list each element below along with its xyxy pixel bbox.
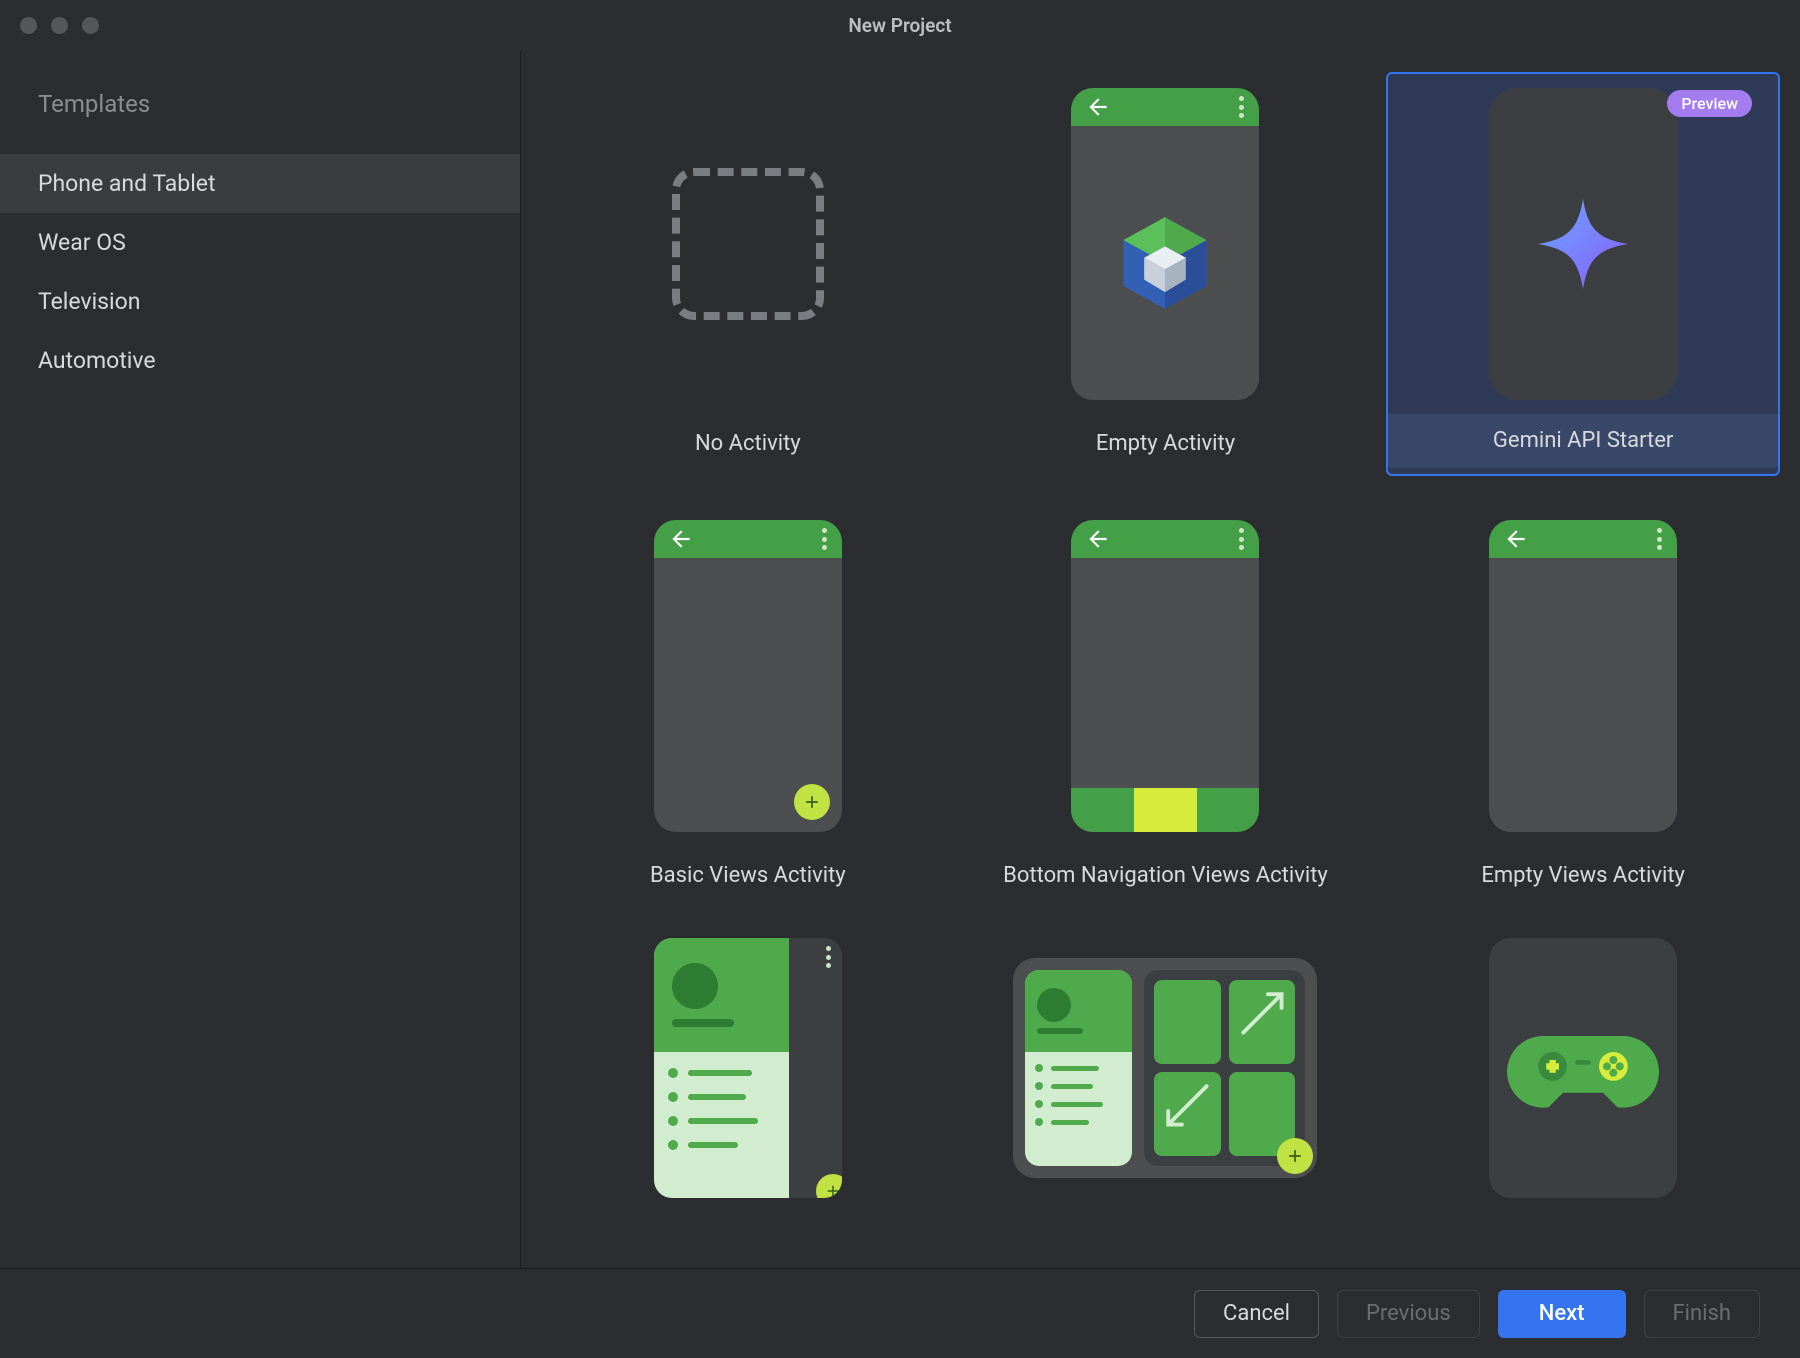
template-label: Gemini API Starter [1388, 414, 1778, 468]
sidebar-item-phone-and-tablet[interactable]: Phone and Tablet [0, 154, 520, 213]
template-basic-views-activity[interactable]: Basic Views Activity [551, 504, 945, 908]
fab-add-icon [1277, 1138, 1313, 1174]
footer: Cancel Previous Next Finish [0, 1268, 1800, 1358]
template-empty-views-activity[interactable]: Empty Views Activity [1386, 504, 1780, 908]
game-controller-icon [1503, 1018, 1663, 1118]
zoom-window-button[interactable] [82, 17, 99, 34]
gemini-spark-icon [1533, 194, 1633, 294]
window-title: New Project [848, 14, 951, 37]
primary-detail-mock-icon [1013, 958, 1317, 1178]
phone-mock-icon [654, 520, 842, 832]
template-label: Basic Views Activity [553, 846, 943, 906]
sidebar-item-automotive[interactable]: Automotive [0, 331, 520, 390]
template-label: Bottom Navigation Views Activity [971, 846, 1361, 906]
previous-button: Previous [1337, 1290, 1480, 1338]
window-controls [20, 17, 99, 34]
compose-cube-icon [1113, 211, 1217, 315]
phone-mock-icon [1489, 520, 1677, 832]
back-arrow-icon [1085, 94, 1111, 120]
next-button[interactable]: Next [1498, 1290, 1626, 1338]
sidebar-item-wear-os[interactable]: Wear OS [0, 213, 520, 272]
empty-placeholder-icon [672, 168, 824, 320]
expand-arrow-icon [1235, 986, 1290, 1041]
fab-add-icon [794, 784, 830, 820]
close-window-button[interactable] [20, 17, 37, 34]
back-arrow-icon [1503, 526, 1529, 552]
phone-mock-icon [1071, 88, 1259, 400]
back-arrow-icon [1085, 526, 1111, 552]
template-navigation-drawer-views-activity[interactable] [551, 936, 945, 1200]
more-icon [1239, 96, 1245, 118]
phone-mock-drawer-icon [654, 938, 842, 1198]
back-arrow-icon [668, 526, 694, 552]
sidebar-item-television[interactable]: Television [0, 272, 520, 331]
template-bottom-navigation-views-activity[interactable]: Bottom Navigation Views Activity [969, 504, 1363, 908]
phone-mock-icon [1489, 938, 1677, 1198]
cancel-button[interactable]: Cancel [1194, 1290, 1319, 1338]
more-icon [822, 528, 828, 550]
titlebar: New Project [0, 0, 1800, 50]
more-icon [1239, 528, 1245, 550]
template-label: Empty Activity [971, 414, 1361, 474]
fab-add-icon [816, 1174, 842, 1198]
phone-mock-icon [1489, 88, 1677, 400]
preview-badge: Preview [1667, 90, 1752, 117]
template-primary-detail-views-flow[interactable] [969, 936, 1363, 1200]
finish-button: Finish [1644, 1290, 1760, 1338]
more-icon [826, 946, 832, 968]
template-no-activity[interactable]: No Activity [551, 72, 945, 476]
successive-icon [1657, 528, 1663, 550]
phone-mock-icon [1071, 520, 1259, 832]
bottom-nav-icon [1071, 788, 1259, 832]
template-game-activity[interactable] [1386, 936, 1780, 1200]
minimize-window-button[interactable] [51, 17, 68, 34]
template-gemini-api-starter[interactable]: Preview [1386, 72, 1780, 476]
sidebar-heading: Templates [0, 90, 520, 154]
template-gallery: No Activity [520, 50, 1800, 1268]
template-label: No Activity [553, 414, 943, 474]
template-empty-activity[interactable]: Empty Activity [969, 72, 1363, 476]
template-label: Empty Views Activity [1388, 846, 1778, 906]
collapse-arrow-icon [1160, 1078, 1215, 1133]
sidebar: Templates Phone and Tablet Wear OS Telev… [0, 50, 520, 1268]
